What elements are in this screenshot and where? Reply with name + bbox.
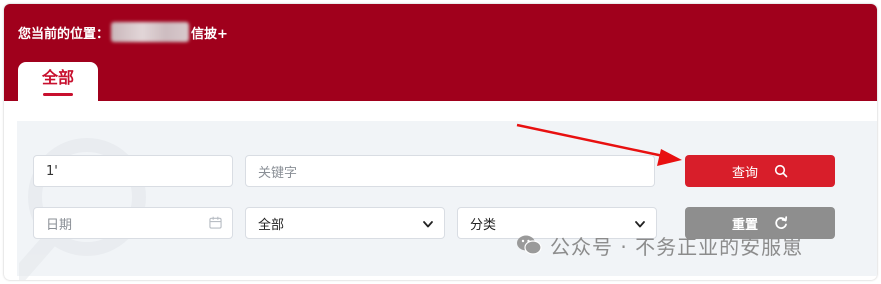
header-bar: 您当前的位置： 信披+ 全部 <box>4 4 877 102</box>
reset-button[interactable]: 重置 <box>685 207 835 239</box>
scope-select[interactable]: 全部 <box>245 207 445 239</box>
breadcrumb-current: 信披+ <box>191 26 228 42</box>
filter-panel <box>17 121 877 280</box>
breadcrumb: 您当前的位置： 信披+ <box>18 22 228 42</box>
scope-select-value: 全部 <box>258 217 285 233</box>
magnifier-watermark-icon <box>19 138 146 280</box>
reset-button-label: 重置 <box>731 217 758 233</box>
date-input[interactable]: 日期 <box>33 207 233 239</box>
search-button-label: 查询 <box>731 165 758 181</box>
category-select[interactable]: 分类 <box>457 207 657 239</box>
refresh-icon <box>775 216 788 229</box>
tab-active-indicator <box>43 93 73 96</box>
search-button[interactable]: 查询 <box>685 155 835 187</box>
tab-all-label: 全部 <box>41 68 74 87</box>
page-frame: 您当前的位置： 信披+ 全部 1' 关键字 日期 全部 分类 查询 重置 公众号… <box>4 4 877 280</box>
category-select-value: 分类 <box>470 217 497 233</box>
date-placeholder: 日期 <box>46 217 73 233</box>
chevron-down-icon <box>423 221 433 228</box>
redacted-block <box>111 22 190 42</box>
chevron-down-icon <box>635 221 645 228</box>
keyword-input[interactable]: 关键字 <box>245 155 655 187</box>
calendar-icon <box>209 216 222 229</box>
breadcrumb-prefix: 您当前的位置： <box>18 26 110 42</box>
number-input[interactable]: 1' <box>33 155 233 187</box>
search-icon <box>774 164 788 178</box>
tab-all[interactable]: 全部 <box>18 62 98 102</box>
